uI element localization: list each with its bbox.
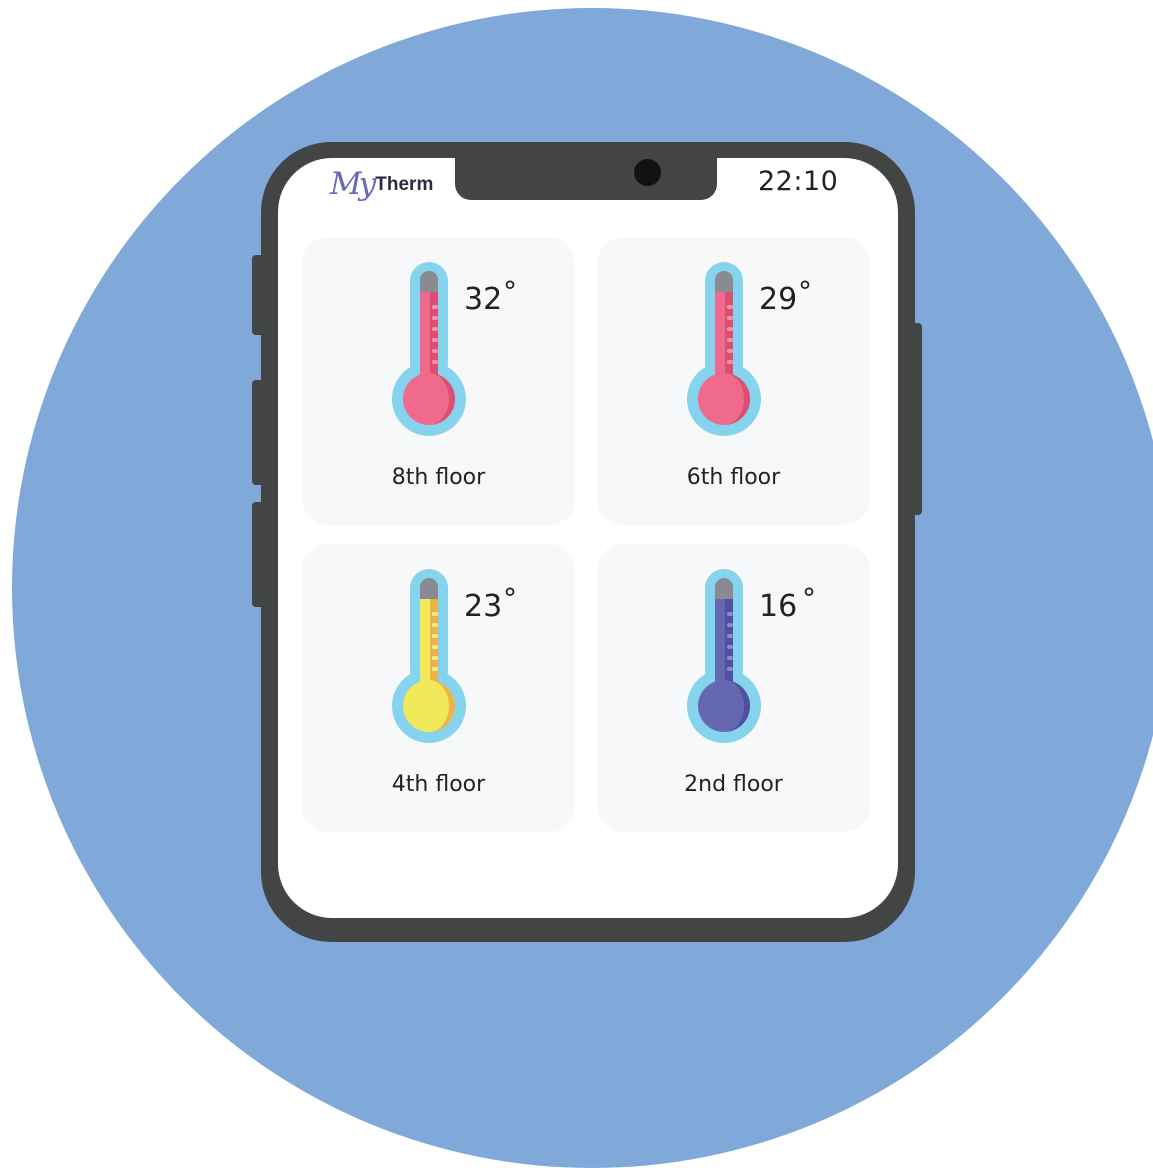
temperature-value: 23 (464, 589, 503, 624)
thermometer-icon (687, 569, 761, 743)
thermometer-icon (392, 569, 466, 743)
floor-card-6th[interactable]: 29 ° 6th floor (597, 237, 870, 525)
temperature-value: 32 (464, 282, 503, 317)
thermometer-icon (392, 262, 466, 436)
thermometer-icon (687, 262, 761, 436)
floor-label: 6th floor (686, 465, 781, 490)
floor-label: 2nd floor (684, 772, 783, 797)
floor-card-2nd[interactable]: 16 ° 2nd floor (597, 544, 870, 832)
front-camera-icon (634, 159, 661, 186)
phone-notch (455, 150, 717, 200)
degree-symbol: ° (802, 582, 816, 615)
temperature-value: 29 (759, 282, 798, 317)
degree-symbol: ° (503, 275, 517, 308)
logo-therm: Therm (375, 174, 434, 195)
temperature-value: 16 (759, 589, 798, 624)
floor-card-4th[interactable]: 23 ° 4th floor (302, 544, 575, 832)
degree-symbol: ° (798, 275, 812, 308)
logo-my: My (330, 166, 376, 202)
floor-card-8th[interactable]: 32 ° 8th floor (302, 237, 575, 525)
floor-label: 4th floor (391, 772, 486, 797)
status-time: 22:10 (758, 166, 839, 197)
degree-symbol: ° (503, 582, 517, 615)
app-logo: My Therm (330, 160, 433, 200)
floor-label: 8th floor (391, 465, 486, 490)
